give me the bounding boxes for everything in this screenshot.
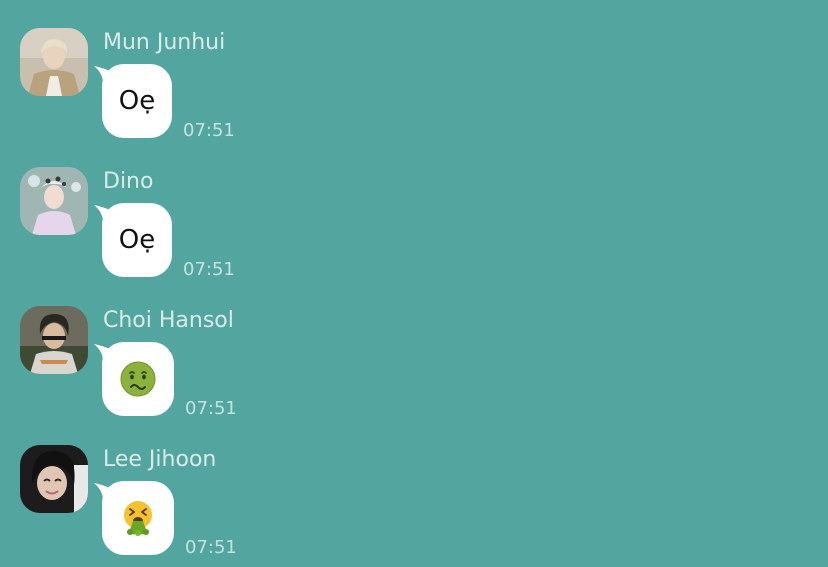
avatar[interactable] [20, 28, 88, 96]
message-row: Mun Junhui Oẹ 07:51 [0, 0, 828, 141]
avatar[interactable] [20, 445, 88, 513]
face-vomiting-icon [124, 501, 152, 536]
message-text: Oẹ [118, 86, 156, 116]
message-bubble[interactable]: Oẹ [102, 64, 172, 138]
message-timestamp: 07:51 [185, 537, 237, 558]
message-text: Oẹ [118, 225, 156, 255]
message-bubble[interactable]: Oẹ [102, 203, 172, 277]
message-row: Lee Jihoon 07:51 [0, 417, 828, 558]
sender-name: Lee Jihoon [103, 447, 217, 472]
message-row: Dino Oẹ 07:51 [0, 139, 828, 280]
avatar[interactable] [20, 167, 88, 235]
message-row: Choi Hansol 07:51 [0, 278, 828, 419]
chat-message-list[interactable]: Mun Junhui Oẹ 07:51 Dino Oẹ 07:51 Choi H… [0, 0, 828, 567]
message-bubble[interactable] [102, 481, 174, 555]
avatar[interactable] [20, 306, 88, 374]
sender-name: Dino [103, 169, 154, 194]
nauseated-face-icon [120, 361, 156, 397]
sender-name: Mun Junhui [103, 30, 226, 55]
message-bubble[interactable] [102, 342, 174, 416]
sender-name: Choi Hansol [103, 308, 234, 333]
